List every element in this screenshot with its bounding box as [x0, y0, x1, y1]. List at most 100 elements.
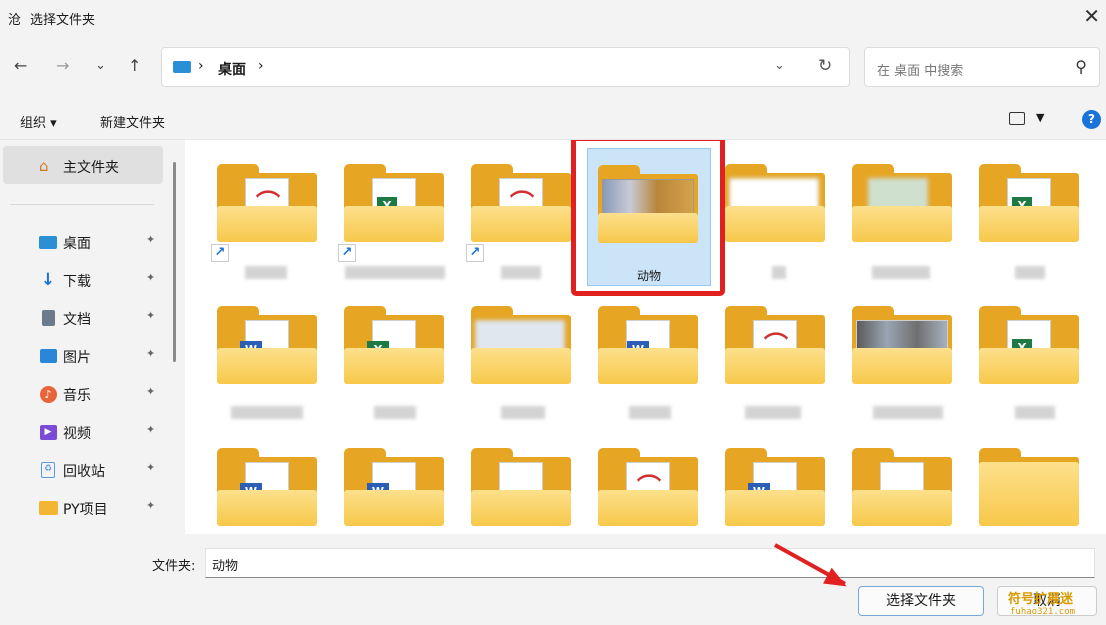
folder-item[interactable]: W	[344, 448, 444, 526]
folder-item-selected[interactable]: 动物	[587, 148, 711, 286]
pin-icon: ✦	[146, 385, 156, 398]
shortcut-arrow-icon: ↗	[211, 244, 229, 262]
sidebar-item-label: 主文件夹	[63, 160, 119, 176]
blurred-label	[872, 266, 930, 279]
select-folder-button[interactable]: 选择文件夹	[858, 586, 984, 616]
sidebar-item-music[interactable]: ♪ 音乐 ✦	[3, 377, 163, 411]
help-icon[interactable]: ?	[1082, 110, 1101, 129]
document-icon	[38, 309, 58, 327]
sidebar-item-recycle-bin[interactable]: ♻ 回收站 ✦	[3, 453, 163, 487]
animals-folder-icon	[598, 165, 698, 243]
pin-icon: ✦	[146, 271, 156, 284]
pin-icon: ✦	[146, 423, 156, 436]
folder-item[interactable]	[852, 164, 952, 242]
sidebar-item-downloads[interactable]: ↓ 下载 ✦	[3, 263, 163, 297]
folder-icon	[38, 499, 58, 517]
folder-item[interactable]: W	[217, 306, 317, 384]
up-arrow-icon[interactable]: ↑	[128, 56, 141, 75]
blurred-label	[1015, 406, 1055, 419]
search-placeholder: 在 桌面 中搜索	[877, 64, 964, 79]
recent-locations-icon[interactable]: ⌄	[95, 58, 106, 73]
download-icon: ↓	[40, 270, 56, 290]
view-dropdown-icon[interactable]: ▼	[1036, 111, 1044, 124]
blurred-label	[501, 406, 545, 419]
folder-item[interactable]: X	[344, 164, 444, 242]
folder-item[interactable]	[725, 164, 825, 242]
search-input[interactable]: 在 桌面 中搜索 ⚲	[864, 47, 1100, 87]
blurred-label	[772, 266, 786, 279]
sidebar-item-label: 图片	[63, 350, 91, 366]
view-mode-icon[interactable]	[1009, 112, 1025, 125]
blurred-label	[345, 266, 445, 279]
sidebar-item-label: PY项目	[63, 502, 108, 518]
address-bar[interactable]: › 桌面 › ⌄ ↻	[161, 47, 850, 87]
home-icon: ⌂	[39, 157, 49, 175]
blurred-label	[1015, 266, 1045, 279]
scrollbar[interactable]	[173, 162, 176, 362]
folder-item[interactable]: X	[979, 306, 1079, 384]
address-dropdown-icon[interactable]: ⌄	[774, 58, 785, 73]
folder-field-label: 文件夹:	[152, 559, 196, 574]
video-icon: ▶	[38, 423, 58, 441]
blurred-label	[873, 406, 943, 419]
sidebar-item-label: 视频	[63, 426, 91, 442]
refresh-icon[interactable]: ↻	[818, 56, 832, 76]
sidebar-item-py-project[interactable]: PY项目 ✦	[3, 491, 163, 525]
pin-icon: ✦	[146, 347, 156, 360]
close-icon[interactable]: ✕	[1083, 4, 1100, 28]
dialog-footer: 文件夹: 动物 选择文件夹 取消	[0, 534, 1106, 625]
sidebar-item-label: 下载	[63, 274, 91, 290]
sidebar-item-home[interactable]: ⌂ 主文件夹	[3, 146, 163, 184]
folder-item[interactable]: ⌒	[725, 306, 825, 384]
sidebar-item-desktop[interactable]: 桌面 ✦	[3, 225, 163, 259]
divider	[10, 204, 154, 205]
new-folder-button[interactable]: 新建文件夹	[100, 112, 165, 131]
breadcrumb-desktop[interactable]: 桌面	[218, 59, 246, 79]
breadcrumb-separator[interactable]: ›	[258, 58, 264, 74]
folder-name: 动物	[636, 269, 661, 283]
back-arrow-icon[interactable]: ←	[14, 56, 27, 75]
command-toolbar: 组织 ▾ 新建文件夹 ▼ ?	[0, 100, 1106, 140]
folder-item[interactable]: W	[217, 448, 317, 526]
blurred-label	[231, 406, 303, 419]
forward-arrow-icon[interactable]: →	[56, 56, 69, 75]
folder-item[interactable]	[852, 448, 952, 526]
search-icon[interactable]: ⚲	[1075, 57, 1087, 76]
folder-item[interactable]	[471, 306, 571, 384]
folder-item[interactable]: X	[979, 164, 1079, 242]
animal-thumbnail	[602, 179, 694, 215]
folder-item[interactable]: X	[344, 306, 444, 384]
folder-name-input[interactable]: 动物	[205, 548, 1095, 578]
watermark-url: fuhao321.com	[1010, 607, 1076, 617]
app-icon: 沧	[8, 13, 22, 28]
sidebar-item-label: 回收站	[63, 464, 105, 480]
desktop-icon	[173, 61, 191, 73]
folder-item[interactable]: ⌒	[471, 164, 571, 242]
folder-item[interactable]: W	[725, 448, 825, 526]
organize-menu-button[interactable]: 组织 ▾	[20, 112, 57, 131]
pin-icon: ✦	[146, 309, 156, 322]
sidebar-item-label: 文档	[63, 312, 91, 328]
folder-item[interactable]: ⌒	[217, 164, 317, 242]
sidebar-item-videos[interactable]: ▶ 视频 ✦	[3, 415, 163, 449]
sidebar-item-documents[interactable]: 文档 ✦	[3, 301, 163, 335]
recycle-bin-icon: ♻	[38, 461, 58, 479]
desktop-icon	[38, 233, 58, 251]
pin-icon: ✦	[146, 461, 156, 474]
folder-item[interactable]	[471, 448, 571, 526]
folder-item[interactable]: ⌒	[598, 448, 698, 526]
sidebar-item-label: 桌面	[63, 236, 91, 252]
blurred-label	[745, 406, 801, 419]
window-title: 选择文件夹	[30, 13, 96, 28]
pictures-icon	[38, 347, 58, 365]
sidebar-item-label: 音乐	[63, 388, 91, 404]
title-bar: 沧 选择文件夹 ✕	[0, 0, 1106, 34]
breadcrumb-separator: ›	[198, 58, 204, 74]
shortcut-arrow-icon: ↗	[466, 244, 484, 262]
sidebar-item-pictures[interactable]: 图片 ✦	[3, 339, 163, 373]
folder-item[interactable]: W	[598, 306, 698, 384]
folder-item[interactable]	[979, 448, 1079, 526]
shortcut-arrow-icon: ↗	[338, 244, 356, 262]
folder-item[interactable]	[852, 306, 952, 384]
music-icon: ♪	[38, 385, 58, 403]
